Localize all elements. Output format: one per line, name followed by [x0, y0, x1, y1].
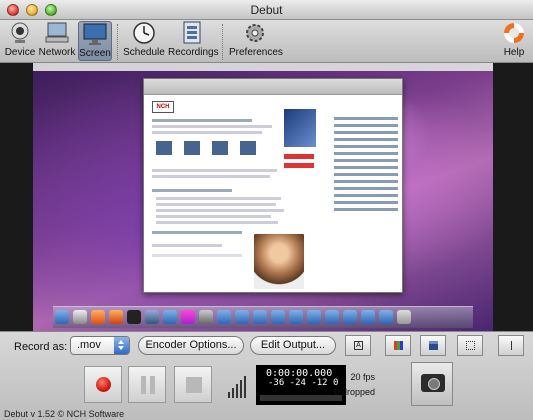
gear-icon [242, 21, 268, 45]
audio-level-icon [228, 376, 250, 398]
stop-button[interactable] [174, 366, 212, 403]
toolbar-device-label: Device [4, 47, 36, 58]
toolbar-screen-label: Screen [79, 48, 111, 59]
camera-icon [421, 374, 445, 392]
lifebuoy-icon [501, 21, 527, 45]
color-bars-icon [394, 341, 403, 350]
toolbar-preferences-label: Preferences [229, 47, 283, 58]
select-region-button[interactable] [457, 335, 483, 356]
preview-panel: NCH [0, 63, 533, 331]
toolbar-schedule-label: Schedule [123, 47, 165, 58]
toolbar-help-button[interactable]: Help [500, 21, 528, 61]
text-icon: A [354, 341, 363, 350]
network-icon [44, 21, 70, 45]
toolbar-recordings-button[interactable]: Recordings [168, 21, 219, 61]
window-title: Debut [250, 3, 283, 17]
toolbar-network-button[interactable]: Network [38, 21, 76, 61]
snapshot-button[interactable] [411, 362, 453, 406]
format-select[interactable]: .mov [70, 336, 130, 355]
control-panel: Record as: .mov Encoder Options... Edit … [0, 331, 533, 420]
fps-readout: 20 fps [350, 372, 375, 382]
recordings-icon [179, 21, 205, 45]
toolbar-network-label: Network [38, 47, 76, 58]
record-icon [96, 377, 111, 392]
main-toolbar: Device Network Screen Schedule Recording… [0, 20, 533, 63]
captured-browser-window: NCH [143, 78, 403, 293]
select-arrows-icon [114, 337, 129, 354]
toolbar-preferences-button[interactable]: Preferences [229, 21, 283, 61]
toolbar-recordings-label: Recordings [168, 47, 219, 58]
captured-menubar [33, 63, 493, 71]
encoder-options-button[interactable]: Encoder Options... [138, 336, 244, 355]
window-region-button[interactable] [420, 335, 446, 356]
captured-product-box [284, 109, 316, 147]
crosshair-icon [511, 341, 512, 350]
title-bar: Debut [0, 0, 533, 20]
pause-icon [141, 376, 155, 394]
record-as-label: Record as: [14, 341, 68, 353]
edit-output-button[interactable]: Edit Output... [250, 336, 336, 355]
toolbar-screen-button[interactable]: Screen [78, 21, 112, 61]
toolbar-separator [222, 24, 223, 60]
crop-region-icon [466, 341, 475, 350]
timecode-display: 0:00:00.000 -36 -24 -12 0 [256, 365, 346, 405]
toolbar-schedule-button[interactable]: Schedule [123, 21, 165, 61]
toolbar-help-label: Help [503, 47, 525, 58]
screen-icon [82, 22, 108, 46]
format-select-value: .mov [77, 339, 101, 351]
text-overlay-button[interactable]: A [345, 335, 371, 356]
captured-person-photo [254, 234, 304, 289]
window-icon [429, 341, 438, 350]
screen-capture-preview[interactable]: NCH [33, 63, 493, 331]
follow-mouse-button[interactable] [498, 335, 524, 356]
stop-icon [186, 377, 202, 393]
pause-button[interactable] [128, 366, 166, 403]
color-adjust-button[interactable] [385, 335, 411, 356]
captured-site-logo: NCH [152, 101, 174, 113]
audio-level-meter [260, 395, 342, 401]
toolbar-separator [117, 24, 118, 60]
record-button[interactable] [84, 366, 122, 403]
dropped-frames-readout: 0 dropped [334, 387, 375, 397]
clock-icon [131, 21, 157, 45]
status-bar-text: Debut v 1.52 © NCH Software [4, 409, 125, 419]
audio-level-scale: -36 -24 -12 0 [268, 378, 339, 388]
webcam-icon [7, 21, 33, 45]
toolbar-device-button[interactable]: Device [3, 21, 37, 61]
captured-dock [53, 306, 473, 328]
